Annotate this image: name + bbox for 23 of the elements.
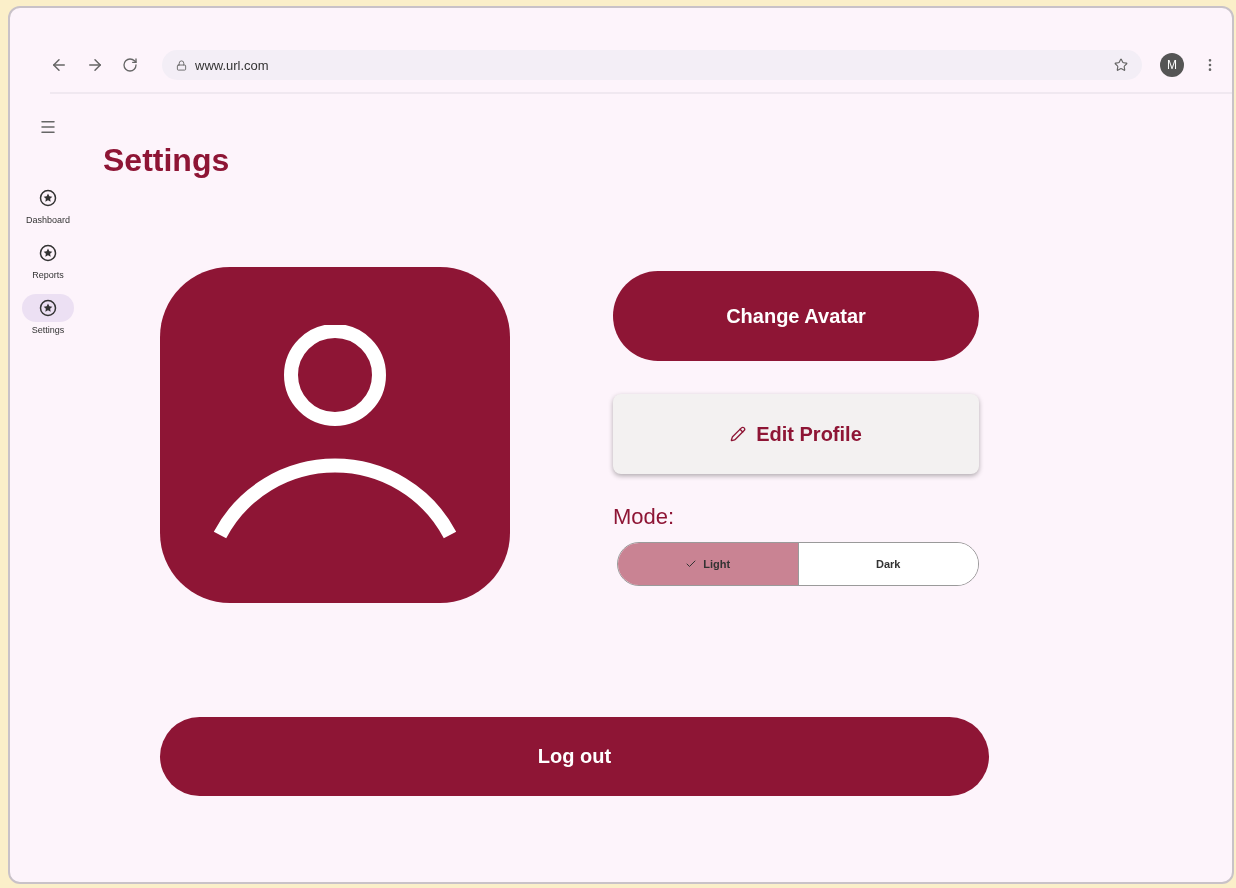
star-icon[interactable] (1114, 58, 1128, 72)
logout-button[interactable]: Log out (160, 717, 989, 796)
mode-label: Mode: (613, 504, 676, 530)
nav-item[interactable]: Reports (22, 239, 74, 280)
star-circle-icon (39, 244, 57, 262)
change-avatar-button[interactable]: Change Avatar (613, 271, 979, 361)
reload-icon[interactable] (122, 57, 138, 73)
check-icon (685, 558, 698, 570)
forward-icon[interactable] (86, 56, 104, 74)
back-icon[interactable] (50, 56, 68, 74)
lock-icon (176, 59, 187, 71)
menu-icon[interactable] (39, 118, 57, 136)
star-circle-icon (39, 299, 57, 317)
mode-option[interactable]: Dark (798, 543, 978, 585)
page-title: Settings (103, 142, 231, 179)
star-circle-icon (39, 189, 57, 207)
profile-avatar[interactable]: M (1160, 53, 1184, 77)
edit-profile-button[interactable]: Edit Profile (613, 394, 979, 474)
url-text: www.url.com (195, 57, 269, 73)
mode-option[interactable]: Light (618, 543, 799, 585)
nav-item[interactable]: Dashboard (22, 184, 74, 225)
address-bar[interactable]: www.url.com (162, 50, 1142, 80)
pencil-icon (730, 426, 747, 442)
